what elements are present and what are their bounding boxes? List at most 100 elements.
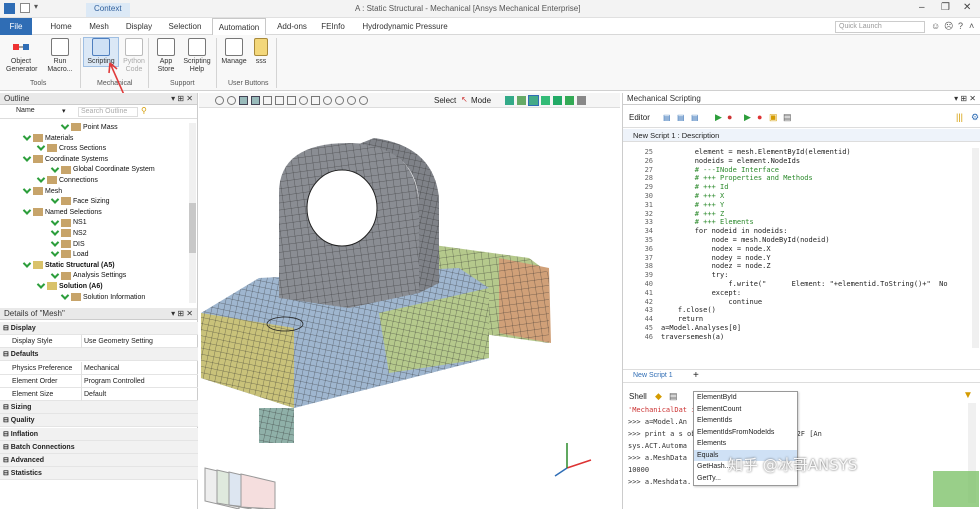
property-value[interactable]: Mechanical — [81, 361, 119, 375]
tab-automation[interactable]: Automation — [212, 18, 266, 35]
details-group[interactable]: ⊟ Inflation — [0, 427, 198, 441]
node-filter-icon[interactable] — [553, 96, 562, 105]
code-line[interactable]: nodeids = element.NodeIds — [661, 157, 800, 165]
element-filter-icon[interactable] — [565, 96, 574, 105]
tree-item[interactable]: Cross Sections — [36, 142, 106, 154]
restore-icon[interactable]: ❐ — [941, 2, 950, 13]
tab-hydrodynamic-pressure[interactable]: Hydrodynamic Pressure — [355, 18, 455, 35]
details-group[interactable]: ⊟ Quality — [0, 414, 198, 428]
tree-item[interactable]: Global Coordinate System — [50, 163, 155, 175]
shell-clear-icon[interactable]: ◆ — [655, 391, 662, 402]
pan-icon[interactable] — [311, 96, 320, 105]
qat-dropdown-icon[interactable]: ▾ — [34, 2, 38, 11]
object-generator-button[interactable]: Object Generator — [6, 38, 38, 74]
app-store-button[interactable]: App Store — [151, 38, 181, 74]
zoom-fit-icon[interactable] — [323, 96, 332, 105]
code-line[interactable]: node = mesh.NodeById(nodeid) — [661, 236, 830, 244]
pane-controls-icon[interactable]: ▾ ⊞ ✕ — [171, 93, 193, 105]
options-icon[interactable]: ⚙ — [971, 112, 979, 123]
tree-item[interactable]: Coordinate Systems — [22, 153, 108, 165]
run-macro-button[interactable]: Run Macro... — [45, 38, 75, 74]
zoom-box-icon[interactable] — [335, 96, 344, 105]
autocomplete-item[interactable]: ElementById — [694, 392, 797, 404]
tab-display[interactable]: Display — [120, 18, 158, 35]
rotate-icon[interactable] — [299, 96, 308, 105]
debug-icon[interactable]: ▶ — [744, 112, 751, 123]
pane-controls-icon[interactable]: ▾ ⊞ ✕ — [954, 93, 976, 105]
autocomplete-item[interactable]: ElementCount — [694, 404, 797, 416]
view-icon[interactable] — [287, 96, 296, 105]
scripting-help-button[interactable]: Scripting Help — [180, 38, 214, 74]
property-value[interactable]: Default — [81, 388, 106, 401]
property-value[interactable]: Program Controlled — [81, 374, 145, 388]
details-group[interactable]: ⊟ Sizing — [0, 401, 198, 415]
minimize-icon[interactable]: – — [919, 2, 925, 13]
mode-dropdown[interactable]: Mode — [471, 96, 491, 105]
select-mode-icon[interactable]: ↖ — [461, 95, 468, 104]
close-icon[interactable]: ✕ — [963, 2, 971, 13]
code-line[interactable]: nodex = node.X — [661, 245, 771, 253]
view-icon[interactable] — [239, 96, 248, 105]
tree-item[interactable]: NS1 — [50, 216, 87, 228]
details-property-row[interactable]: Display Style Use Geometry Setting — [0, 335, 198, 349]
body-filter-icon[interactable] — [541, 96, 550, 105]
code-line[interactable]: nodey = node.Y — [661, 254, 771, 262]
code-line[interactable]: element = mesh.ElementById(elementid) — [661, 148, 851, 156]
tree-item[interactable]: NS2 — [50, 227, 87, 239]
tab-home[interactable]: Home — [44, 18, 78, 35]
tab-feinfo[interactable]: FEInfo — [318, 18, 348, 35]
tree-item[interactable]: Load — [50, 248, 89, 260]
tab-add-ons[interactable]: Add-ons — [271, 18, 313, 35]
code-line[interactable]: # +++ Properties and Methods — [661, 174, 813, 182]
autocomplete-item[interactable]: Elements — [694, 438, 797, 450]
code-line[interactable]: traversemesh(a) — [661, 333, 724, 341]
tree-item[interactable]: Point Mass — [60, 121, 118, 133]
code-line[interactable]: # +++ Z — [661, 210, 725, 218]
search-outline-input[interactable]: Search Outline — [78, 107, 138, 117]
code-line[interactable]: # +++ X — [661, 192, 725, 200]
name-dropdown[interactable]: Name — [16, 107, 35, 114]
filter-icon[interactable]: ⚲ — [141, 106, 147, 115]
code-line[interactable]: for nodeid in nodeids: — [661, 227, 788, 235]
add-script-tab-button[interactable]: + — [693, 370, 699, 381]
tree-item[interactable]: Solution (A6) — [36, 280, 103, 292]
smile-icon[interactable]: ☺ — [931, 21, 940, 31]
tree-item[interactable]: Static Structural (A5) — [22, 259, 115, 271]
zoom-out-icon[interactable] — [227, 96, 236, 105]
pane-controls-icon[interactable]: ▾ ⊞ ✕ — [171, 308, 193, 320]
view-icon[interactable] — [251, 96, 260, 105]
quick-launch-input[interactable]: Quick Launch — [835, 21, 925, 33]
property-value[interactable]: Use Geometry Setting — [81, 335, 153, 349]
autocomplete-item[interactable]: ElementIdsFromNodeIds — [694, 427, 797, 439]
more-icon[interactable]: ▤ — [783, 112, 792, 123]
code-line[interactable]: f.close() — [661, 306, 716, 314]
name-dropdown-chevron-icon[interactable]: ▾ — [62, 107, 66, 115]
code-line[interactable]: # +++ Y — [661, 201, 725, 209]
run-script-icon[interactable]: ▶ — [715, 112, 722, 123]
shell-copy-icon[interactable]: ▤ — [669, 391, 678, 402]
code-line[interactable]: # +++ Elements — [661, 218, 754, 226]
tree-item[interactable]: Materials — [22, 132, 73, 144]
snippets-icon[interactable]: ▣ — [769, 112, 778, 123]
help-icon[interactable]: ? — [958, 21, 963, 31]
save-icon[interactable] — [20, 3, 30, 13]
code-line[interactable]: return — [661, 315, 703, 323]
save-script-icon[interactable]: ▤ — [691, 113, 699, 122]
details-property-row[interactable]: Element Order Program Controlled — [0, 374, 198, 388]
details-group[interactable]: ⊟ Display — [0, 322, 198, 335]
tree-item[interactable]: Analysis Settings — [50, 269, 126, 281]
graphics-viewport[interactable] — [199, 108, 620, 509]
tree-item[interactable]: Solution Information — [60, 291, 145, 303]
autocomplete-item[interactable]: ElementIds — [694, 415, 797, 427]
frown-icon[interactable]: ☹ — [944, 21, 953, 32]
details-group[interactable]: ⊟ Batch Connections — [0, 440, 198, 454]
outline-scrollbar[interactable] — [189, 123, 196, 303]
magnifier-icon[interactable] — [359, 96, 368, 105]
edge-filter-icon[interactable] — [517, 96, 526, 105]
toggle-layout-icon[interactable]: ||| — [956, 112, 963, 122]
zoom-in-icon[interactable] — [347, 96, 356, 105]
tree-item[interactable]: Mesh — [22, 185, 62, 197]
stop-script-icon[interactable]: ● — [727, 112, 732, 122]
tab-selection[interactable]: Selection — [163, 18, 207, 35]
sss-button[interactable]: sss — [249, 38, 273, 66]
